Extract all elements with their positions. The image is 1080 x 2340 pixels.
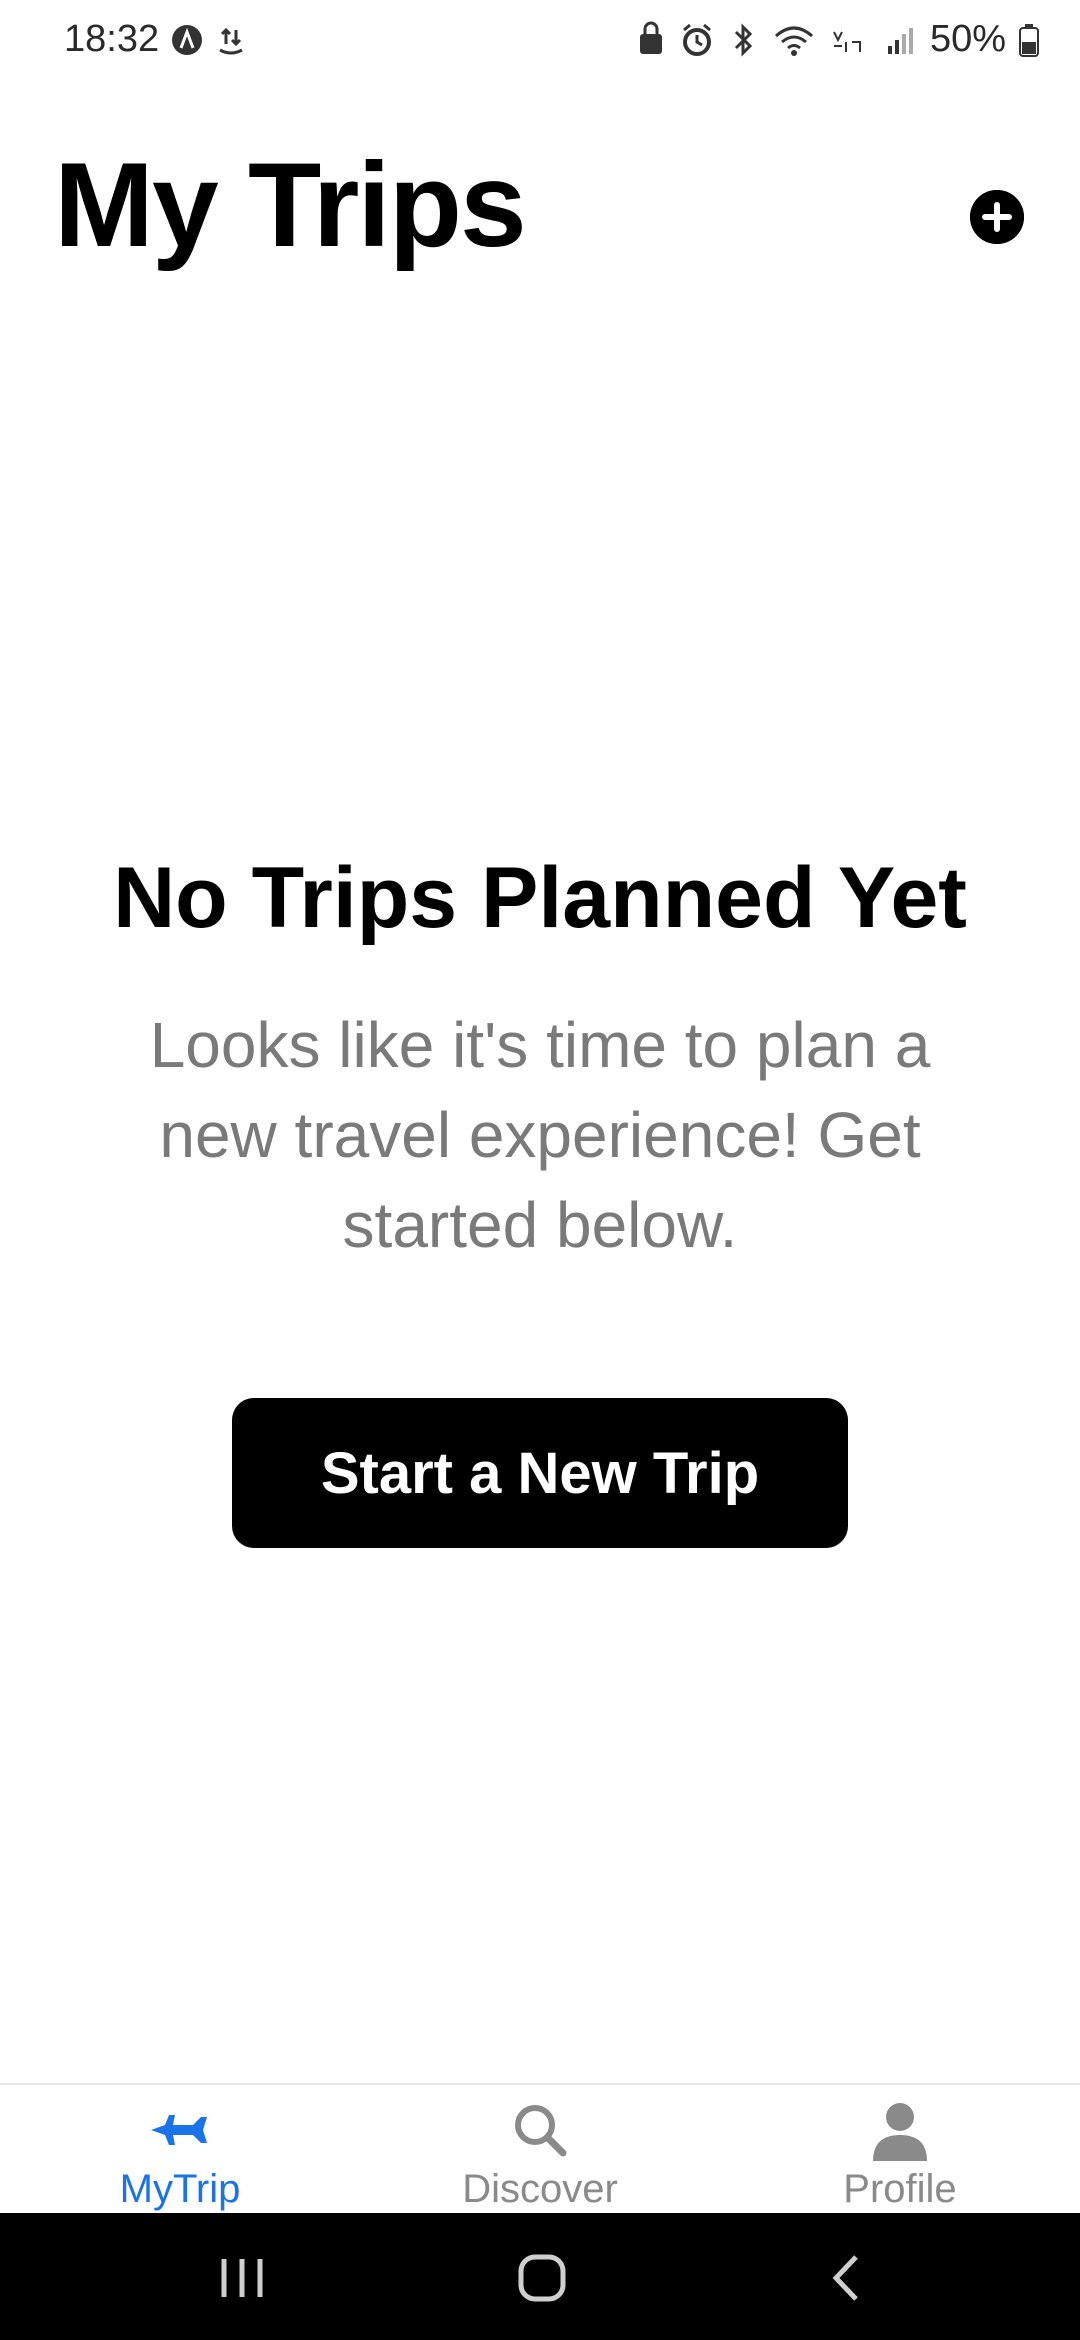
status-left-icons bbox=[170, 20, 248, 60]
tab-discover[interactable]: Discover bbox=[360, 2085, 720, 2215]
wifi-icon bbox=[774, 26, 813, 56]
battery-icon bbox=[1019, 23, 1039, 57]
start-new-trip-button[interactable]: Start a New Trip bbox=[232, 1398, 848, 1548]
tab-mytrip[interactable]: MyTrip bbox=[0, 2085, 360, 2215]
bluetooth-icon bbox=[734, 22, 753, 57]
alarm-icon bbox=[682, 23, 711, 56]
tab-label: MyTrip bbox=[119, 2167, 241, 2211]
page-title: My Trips bbox=[54, 138, 527, 272]
battery-percentage: 50% bbox=[929, 18, 1006, 60]
person-icon bbox=[873, 2103, 927, 2161]
back-button[interactable] bbox=[806, 2243, 886, 2313]
home-button[interactable] bbox=[502, 2243, 582, 2313]
empty-state-description: Looks like it's time to plan a new trave… bbox=[149, 1009, 931, 1261]
status-bar: 18:32 50% bbox=[0, 0, 1080, 84]
add-trip-button[interactable] bbox=[970, 190, 1024, 244]
app-notification-icon bbox=[172, 25, 202, 55]
recents-button[interactable] bbox=[202, 2243, 282, 2313]
empty-state-title: No Trips Planned Yet bbox=[113, 850, 967, 946]
search-icon bbox=[515, 2105, 567, 2157]
transfer-icon bbox=[219, 27, 243, 55]
signal-icon bbox=[887, 27, 913, 54]
status-right-icons: 50% bbox=[634, 18, 1040, 61]
airplane-icon bbox=[151, 2115, 207, 2145]
tab-label: Profile bbox=[843, 2167, 957, 2211]
status-time: 18:32 bbox=[64, 18, 160, 60]
system-nav-bar bbox=[0, 2213, 1080, 2340]
tab-label: Discover bbox=[462, 2167, 618, 2211]
bottom-tab-bar: MyTrip Discover Profile bbox=[0, 2083, 1080, 2215]
volte-icon bbox=[833, 31, 861, 52]
lock-icon bbox=[639, 21, 662, 54]
screen: 18:32 50% My Trips No Trips Planned Yet … bbox=[0, 0, 1080, 2340]
plus-circle-icon bbox=[970, 190, 1024, 244]
tab-profile[interactable]: Profile bbox=[720, 2085, 1080, 2215]
